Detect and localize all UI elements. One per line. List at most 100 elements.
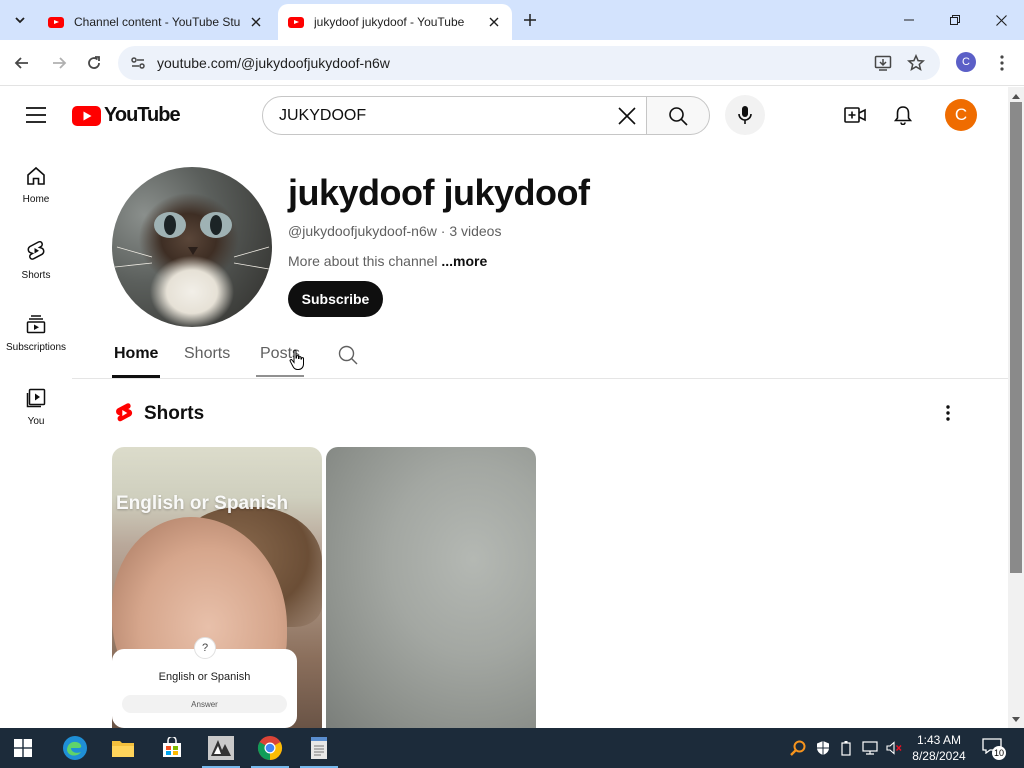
about-text[interactable]: More about this channel bbox=[288, 253, 437, 269]
question-text: English or Spanish bbox=[158, 671, 251, 683]
file-explorer-icon bbox=[112, 741, 134, 757]
voice-search-button[interactable] bbox=[725, 95, 765, 135]
scrollbar-thumb[interactable] bbox=[1010, 102, 1022, 573]
install-app-icon[interactable] bbox=[874, 54, 892, 72]
youtube-logo-icon bbox=[72, 105, 101, 126]
arrow-left-icon bbox=[14, 57, 28, 69]
home-icon bbox=[27, 166, 45, 185]
taskbar-file-explorer[interactable] bbox=[100, 728, 146, 768]
battery-icon[interactable] bbox=[838, 740, 854, 756]
question-sticker: ? English or Spanish Answer bbox=[112, 637, 297, 728]
tab-search-button[interactable] bbox=[6, 6, 34, 34]
taskbar-edge[interactable] bbox=[52, 728, 98, 768]
notifications-button[interactable] bbox=[888, 100, 918, 130]
browser-menu-button[interactable] bbox=[988, 49, 1016, 77]
back-button[interactable] bbox=[8, 49, 36, 77]
youtube-favicon-icon bbox=[48, 16, 64, 28]
close-tab-icon[interactable] bbox=[248, 14, 264, 30]
guide-label: Shorts bbox=[21, 270, 51, 281]
taskbar-notepad[interactable] bbox=[296, 728, 342, 768]
close-tab-icon[interactable] bbox=[486, 14, 502, 30]
tab-title: jukydoof jukydoof - YouTube bbox=[314, 15, 465, 29]
create-button[interactable] bbox=[840, 100, 870, 130]
chevron-down-icon bbox=[15, 17, 25, 24]
browser-toolbar: youtube.com/@jukydoofjukydoof-n6w C bbox=[0, 40, 1024, 86]
browser-tab-studio[interactable]: Channel content - YouTube Stu bbox=[38, 4, 274, 40]
tab-shorts[interactable]: Shorts bbox=[184, 345, 230, 363]
bookmark-star-icon[interactable] bbox=[907, 54, 925, 72]
edge-icon bbox=[63, 736, 87, 760]
channel-handle: @jukydoofjukydoof-n6w bbox=[288, 223, 437, 239]
new-tab-button[interactable] bbox=[518, 8, 542, 32]
tabs-divider bbox=[72, 378, 1008, 379]
address-bar[interactable]: youtube.com/@jukydoofjukydoof-n6w bbox=[118, 46, 940, 80]
clear-search-button[interactable] bbox=[612, 101, 642, 131]
search-button[interactable] bbox=[646, 96, 710, 135]
site-info-icon[interactable] bbox=[130, 55, 146, 71]
subscriptions-icon bbox=[26, 315, 46, 334]
forward-button[interactable] bbox=[45, 49, 73, 77]
restore-button[interactable] bbox=[932, 0, 978, 40]
start-icon bbox=[14, 739, 32, 757]
guide-item-subscriptions[interactable]: Subscriptions bbox=[0, 298, 72, 372]
shield-icon[interactable] bbox=[815, 740, 831, 756]
tray-search-icon[interactable] bbox=[790, 740, 806, 756]
minimize-icon bbox=[904, 19, 914, 21]
shelf-menu-button[interactable] bbox=[936, 400, 960, 426]
app-icon bbox=[208, 736, 234, 760]
clock-date: 8/28/2024 bbox=[912, 749, 966, 763]
guide-item-you[interactable]: You bbox=[0, 372, 72, 446]
taskbar-chrome[interactable] bbox=[247, 728, 293, 768]
short-thumbnail[interactable]: English or Spanish ? English or Spanish … bbox=[112, 447, 322, 728]
channel-avatar[interactable] bbox=[112, 167, 272, 327]
notepad-icon bbox=[311, 737, 327, 759]
guide-label: Home bbox=[22, 194, 50, 205]
taskbar-app[interactable] bbox=[198, 728, 244, 768]
scroll-up-arrow[interactable] bbox=[1008, 89, 1024, 103]
channel-about[interactable]: More about this channel ...more bbox=[288, 253, 487, 269]
channel-meta: @jukydoofjukydoof-n6w · 3 videos bbox=[288, 223, 501, 239]
start-button[interactable] bbox=[0, 728, 46, 768]
browser-tab-channel[interactable]: jukydoof jukydoof - YouTube bbox=[278, 4, 512, 40]
minimize-button[interactable] bbox=[886, 0, 932, 40]
system-clock[interactable]: 1:43 AM 8/28/2024 bbox=[908, 732, 970, 764]
url-text[interactable]: youtube.com/@jukydoofjukydoof-n6w bbox=[157, 55, 390, 71]
channel-search-button[interactable] bbox=[338, 345, 358, 365]
search-query[interactable]: JUKYDOOF bbox=[279, 107, 366, 125]
shelf-title: Shorts bbox=[144, 403, 205, 424]
notification-count-badge: 10 bbox=[992, 746, 1006, 760]
guide-menu-button[interactable] bbox=[22, 101, 50, 129]
youtube-logo[interactable]: YouTube bbox=[72, 104, 181, 127]
restore-icon bbox=[950, 15, 960, 25]
windows-taskbar: 1:43 AM 8/28/2024 10 bbox=[0, 728, 1024, 768]
search-input[interactable]: JUKYDOOF bbox=[262, 96, 647, 135]
volume-muted-icon[interactable] bbox=[886, 740, 902, 756]
mouse-pointer-icon bbox=[289, 349, 307, 371]
action-center-button[interactable]: 10 bbox=[982, 738, 1006, 760]
more-link[interactable]: ...more bbox=[441, 253, 487, 269]
network-icon[interactable] bbox=[862, 740, 878, 756]
short-thumbnail[interactable] bbox=[326, 447, 536, 728]
arrow-right-icon bbox=[53, 57, 67, 69]
video-plus-icon bbox=[844, 107, 866, 123]
shorts-logo-icon bbox=[114, 402, 134, 424]
guide-item-shorts[interactable]: Shorts bbox=[0, 224, 72, 298]
browser-profile-avatar[interactable]: C bbox=[956, 52, 976, 72]
search-icon bbox=[669, 106, 688, 126]
scroll-down-arrow[interactable] bbox=[1008, 712, 1024, 726]
subscribe-button[interactable]: Subscribe bbox=[288, 281, 383, 317]
guide-item-home[interactable]: Home bbox=[0, 150, 72, 224]
search-icon bbox=[338, 345, 358, 365]
close-window-button[interactable] bbox=[978, 0, 1024, 40]
question-icon: ? bbox=[194, 637, 216, 659]
guide-label: Subscriptions bbox=[5, 342, 67, 353]
reload-icon bbox=[88, 56, 100, 69]
cat-photo-icon bbox=[114, 212, 270, 270]
you-icon bbox=[26, 388, 46, 408]
answer-button: Answer bbox=[122, 695, 287, 713]
reload-button[interactable] bbox=[80, 49, 108, 77]
tab-home[interactable]: Home bbox=[114, 345, 158, 363]
meta-separator: · bbox=[436, 223, 450, 239]
taskbar-store[interactable] bbox=[149, 728, 195, 768]
account-avatar[interactable]: C bbox=[945, 99, 977, 131]
